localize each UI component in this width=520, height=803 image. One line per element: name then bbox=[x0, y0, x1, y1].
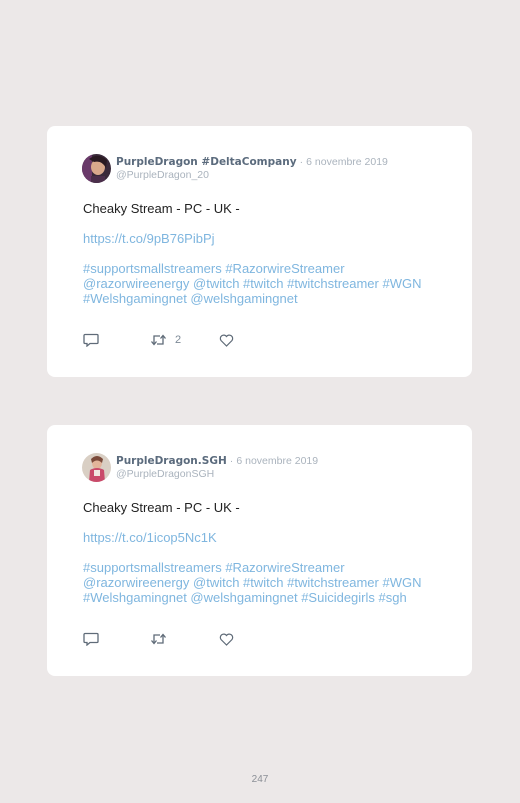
tweet-actions: 2 bbox=[83, 331, 383, 351]
avatar[interactable] bbox=[82, 154, 111, 183]
hashtag-line[interactable]: #Welshgamingnet @welshgamingnet bbox=[83, 291, 443, 306]
heart-icon bbox=[219, 633, 234, 646]
retweet-icon bbox=[150, 632, 167, 646]
hashtag-line[interactable]: @razorwireenergy @twitch #twitch #twitch… bbox=[83, 575, 443, 590]
tweet-main-text: Cheaky Stream - PC - UK - bbox=[83, 500, 240, 515]
reply-icon bbox=[83, 632, 99, 646]
hashtag-line[interactable]: @razorwireenergy @twitch #twitch #twitch… bbox=[83, 276, 443, 291]
display-name[interactable]: PurpleDragon #DeltaCompany bbox=[116, 156, 297, 168]
reply-button[interactable] bbox=[83, 331, 107, 349]
user-handle[interactable]: @PurpleDragonSGH bbox=[116, 468, 214, 480]
separator: · bbox=[229, 455, 234, 467]
tweet-date[interactable]: 6 novembre 2019 bbox=[236, 455, 318, 467]
tweet-text: Cheaky Stream - PC - UK - https://t.co/1… bbox=[83, 500, 443, 605]
tweet-text: Cheaky Stream - PC - UK - https://t.co/9… bbox=[83, 201, 443, 306]
avatar[interactable] bbox=[82, 453, 111, 482]
tweet-date[interactable]: 6 novembre 2019 bbox=[306, 156, 388, 168]
heart-icon bbox=[219, 334, 234, 347]
tweet-link[interactable]: https://t.co/9pB76PibPj bbox=[83, 231, 443, 246]
retweet-count: 2 bbox=[175, 334, 182, 346]
tweet-link[interactable]: https://t.co/1icop5Nc1K bbox=[83, 530, 443, 545]
retweet-icon bbox=[150, 333, 167, 347]
user-handle[interactable]: @PurpleDragon_20 bbox=[116, 169, 209, 181]
like-button[interactable] bbox=[219, 331, 242, 349]
reply-button[interactable] bbox=[83, 630, 107, 648]
page-number: 247 bbox=[251, 774, 269, 785]
separator: · bbox=[299, 156, 304, 168]
retweet-button[interactable] bbox=[150, 630, 175, 648]
hashtag-line[interactable]: #supportsmallstreamers #RazorwireStreame… bbox=[83, 261, 443, 276]
tweet-actions bbox=[83, 630, 383, 650]
hashtag-line[interactable]: #supportsmallstreamers #RazorwireStreame… bbox=[83, 560, 443, 575]
tweet-card: PurpleDragon.SGH · 6 novembre 2019 @Purp… bbox=[47, 425, 472, 676]
retweet-button[interactable]: 2 bbox=[150, 331, 181, 349]
tweet-card: PurpleDragon #DeltaCompany · 6 novembre … bbox=[47, 126, 472, 377]
tweet-main-text: Cheaky Stream - PC - UK - bbox=[83, 201, 240, 216]
like-button[interactable] bbox=[219, 630, 242, 648]
hashtag-line[interactable]: #Welshgamingnet @welshgamingnet #Suicide… bbox=[83, 590, 443, 605]
reply-icon bbox=[83, 333, 99, 347]
display-name[interactable]: PurpleDragon.SGH bbox=[116, 455, 227, 467]
